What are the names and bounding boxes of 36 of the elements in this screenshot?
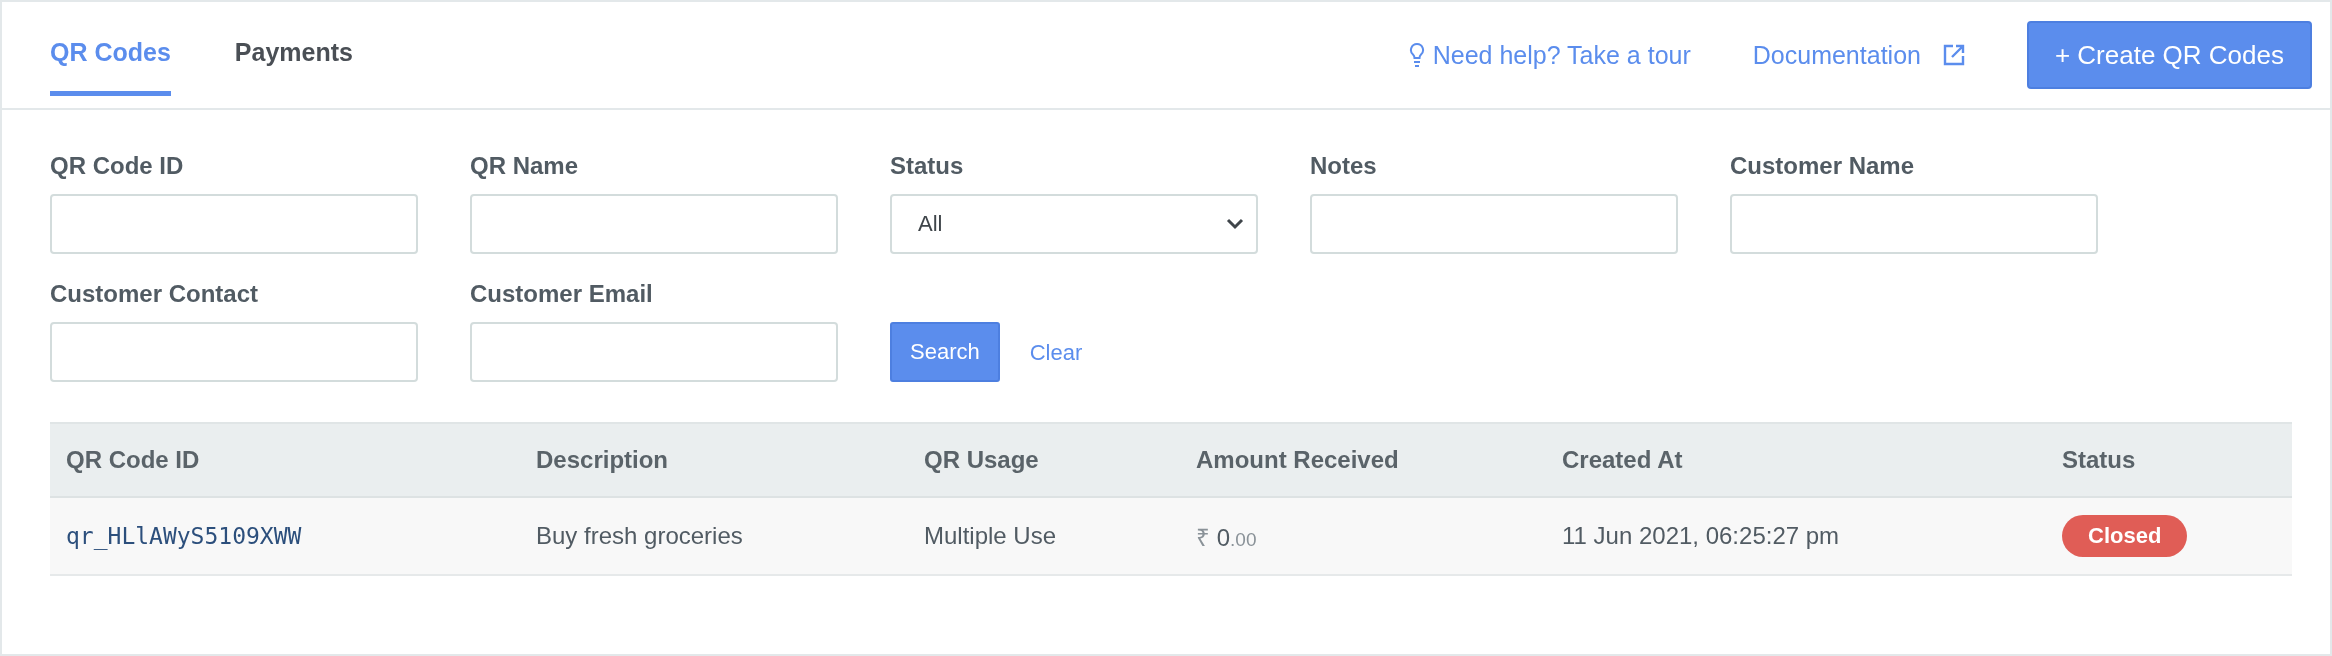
- column-header: Description: [520, 423, 908, 497]
- field-label: Notes: [1310, 152, 1378, 180]
- tour-link[interactable]: Need help? Take a tour: [1408, 40, 1691, 70]
- field-label: Customer Contact: [50, 280, 260, 308]
- input-field[interactable]: [50, 322, 418, 382]
- lightbulb-icon: [1408, 42, 1425, 68]
- column-header: Created At: [1546, 423, 2046, 497]
- table-cell: ₹ 0.00: [1180, 497, 1546, 575]
- column-header: Amount Received: [1180, 423, 1546, 497]
- table-cell: 11 Jun 2021, 06:25:27 pm: [1546, 497, 2046, 575]
- column-header: QR Code ID: [50, 423, 520, 497]
- column-header: QR Usage: [908, 423, 1180, 497]
- field-label: QR Code ID: [50, 152, 185, 180]
- input-field[interactable]: [1730, 194, 2098, 254]
- clear-link[interactable]: Clear: [1029, 340, 1083, 382]
- table-cell: Buy fresh groceries: [520, 497, 908, 575]
- input-field[interactable]: [470, 322, 838, 382]
- status-badge: Closed: [2062, 515, 2188, 557]
- table-cell: Multiple Use: [908, 497, 1180, 575]
- search-button[interactable]: Search: [890, 322, 1000, 382]
- field-label: Customer Email: [470, 280, 654, 308]
- create-qr-codes-button[interactable]: + Create QR Codes: [2026, 21, 2312, 89]
- table-cell: qr_HLlAWyS5109XWW: [50, 497, 520, 575]
- input-field[interactable]: [1310, 194, 1678, 254]
- field-label: Status: [890, 152, 965, 180]
- tab[interactable]: QR Codes: [50, 38, 171, 96]
- documentation-link[interactable]: Documentation: [1752, 40, 1965, 70]
- field-label: Customer Name: [1730, 152, 1916, 180]
- input-field[interactable]: [50, 194, 418, 254]
- field-label: QR Name: [470, 152, 580, 180]
- input-field[interactable]: [470, 194, 838, 254]
- external-link-icon: [1942, 44, 1965, 66]
- tab[interactable]: Payments: [234, 38, 353, 96]
- status-dropdown[interactable]: All: [890, 194, 1258, 254]
- column-header: Status: [2046, 423, 2292, 497]
- chevron-down-icon: [1226, 218, 1244, 230]
